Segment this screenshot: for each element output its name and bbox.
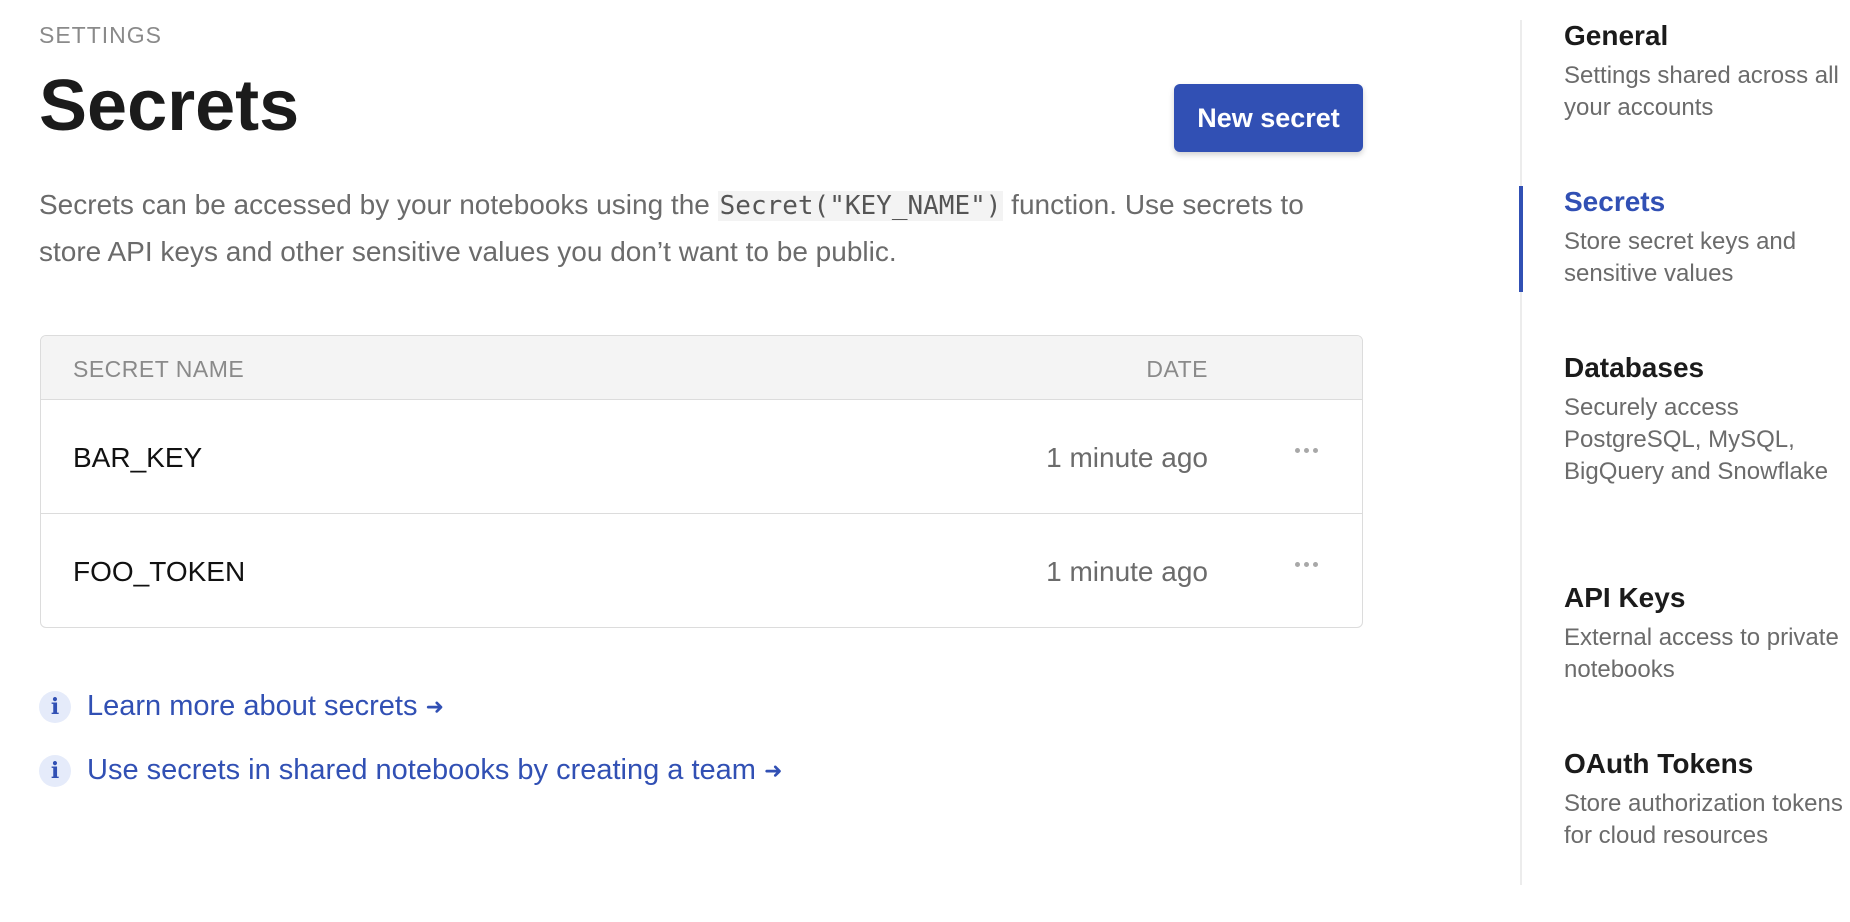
secret-name: FOO_TOKEN <box>73 556 246 587</box>
info-icon: i <box>39 754 71 787</box>
sidebar-item-databases[interactable]: Databases Securely access PostgreSQL, My… <box>1522 352 1850 522</box>
column-header-date: DATE <box>1146 356 1208 382</box>
table-row[interactable]: FOO_TOKEN 1 minute ago <box>41 514 1362 627</box>
sidebar-item-description: Settings shared across all your accounts <box>1564 62 1839 121</box>
intro-text: Secrets can be accessed by your notebook… <box>39 182 1339 274</box>
sidebar-item-description: Store secret keys and sensitive values <box>1564 228 1797 287</box>
secret-date: 1 minute ago <box>1046 556 1208 587</box>
sidebar-item-secrets[interactable]: Secrets Store secret keys and sensitive … <box>1519 186 1850 292</box>
column-header-secret-name: SECRET NAME <box>73 356 245 382</box>
intro-code: Secret("KEY_NAME") <box>717 191 1004 221</box>
create-team-link-text: Use secrets in shared notebooks by creat… <box>87 754 756 786</box>
sidebar-item-oauth-tokens[interactable]: OAuth Tokens Store authorization tokens … <box>1522 748 1850 888</box>
sidebar-item-title: General <box>1564 20 1669 51</box>
sidebar-item-description: Securely access PostgreSQL, MySQL, BigQu… <box>1564 394 1829 485</box>
secret-name: BAR_KEY <box>73 442 203 473</box>
table-header: SECRET NAME DATE <box>41 336 1362 400</box>
sidebar-item-description: Store authorization tokens for cloud res… <box>1564 790 1843 849</box>
sidebar-item-title: API Keys <box>1564 582 1686 613</box>
sidebar-item-title: Secrets <box>1564 186 1666 217</box>
learn-more-link-text: Learn more about secrets <box>87 690 418 722</box>
section-eyebrow: SETTINGS <box>39 22 163 48</box>
more-options-icon[interactable] <box>1286 550 1326 578</box>
settings-sidebar: General Settings shared across all your … <box>1519 20 1850 888</box>
page-title: Secrets <box>39 66 300 146</box>
learn-more-link[interactable]: i Learn more about secrets ➜ <box>39 690 444 723</box>
sidebar-item-title: Databases <box>1564 352 1705 383</box>
sidebar-item-title: OAuth Tokens <box>1564 748 1754 779</box>
info-icon: i <box>39 690 71 723</box>
arrow-right-icon: ➜ <box>425 693 444 719</box>
arrow-right-icon: ➜ <box>763 757 783 783</box>
table-row[interactable]: BAR_KEY 1 minute ago <box>41 400 1362 514</box>
create-team-link[interactable]: i Use secrets in shared notebooks by cre… <box>39 754 782 787</box>
sidebar-item-api-keys[interactable]: API Keys External access to private note… <box>1522 582 1850 692</box>
new-secret-button[interactable]: New secret <box>1174 84 1363 152</box>
sidebar-item-general[interactable]: General Settings shared across all your … <box>1522 20 1850 130</box>
intro-text-before: Secrets can be accessed by your notebook… <box>39 189 718 220</box>
more-options-icon[interactable] <box>1286 436 1326 464</box>
secret-date: 1 minute ago <box>1046 442 1208 473</box>
sidebar-item-description: External access to private notebooks <box>1564 624 1839 683</box>
secrets-table: SECRET NAME DATE BAR_KEY 1 minute ago FO… <box>40 335 1363 628</box>
